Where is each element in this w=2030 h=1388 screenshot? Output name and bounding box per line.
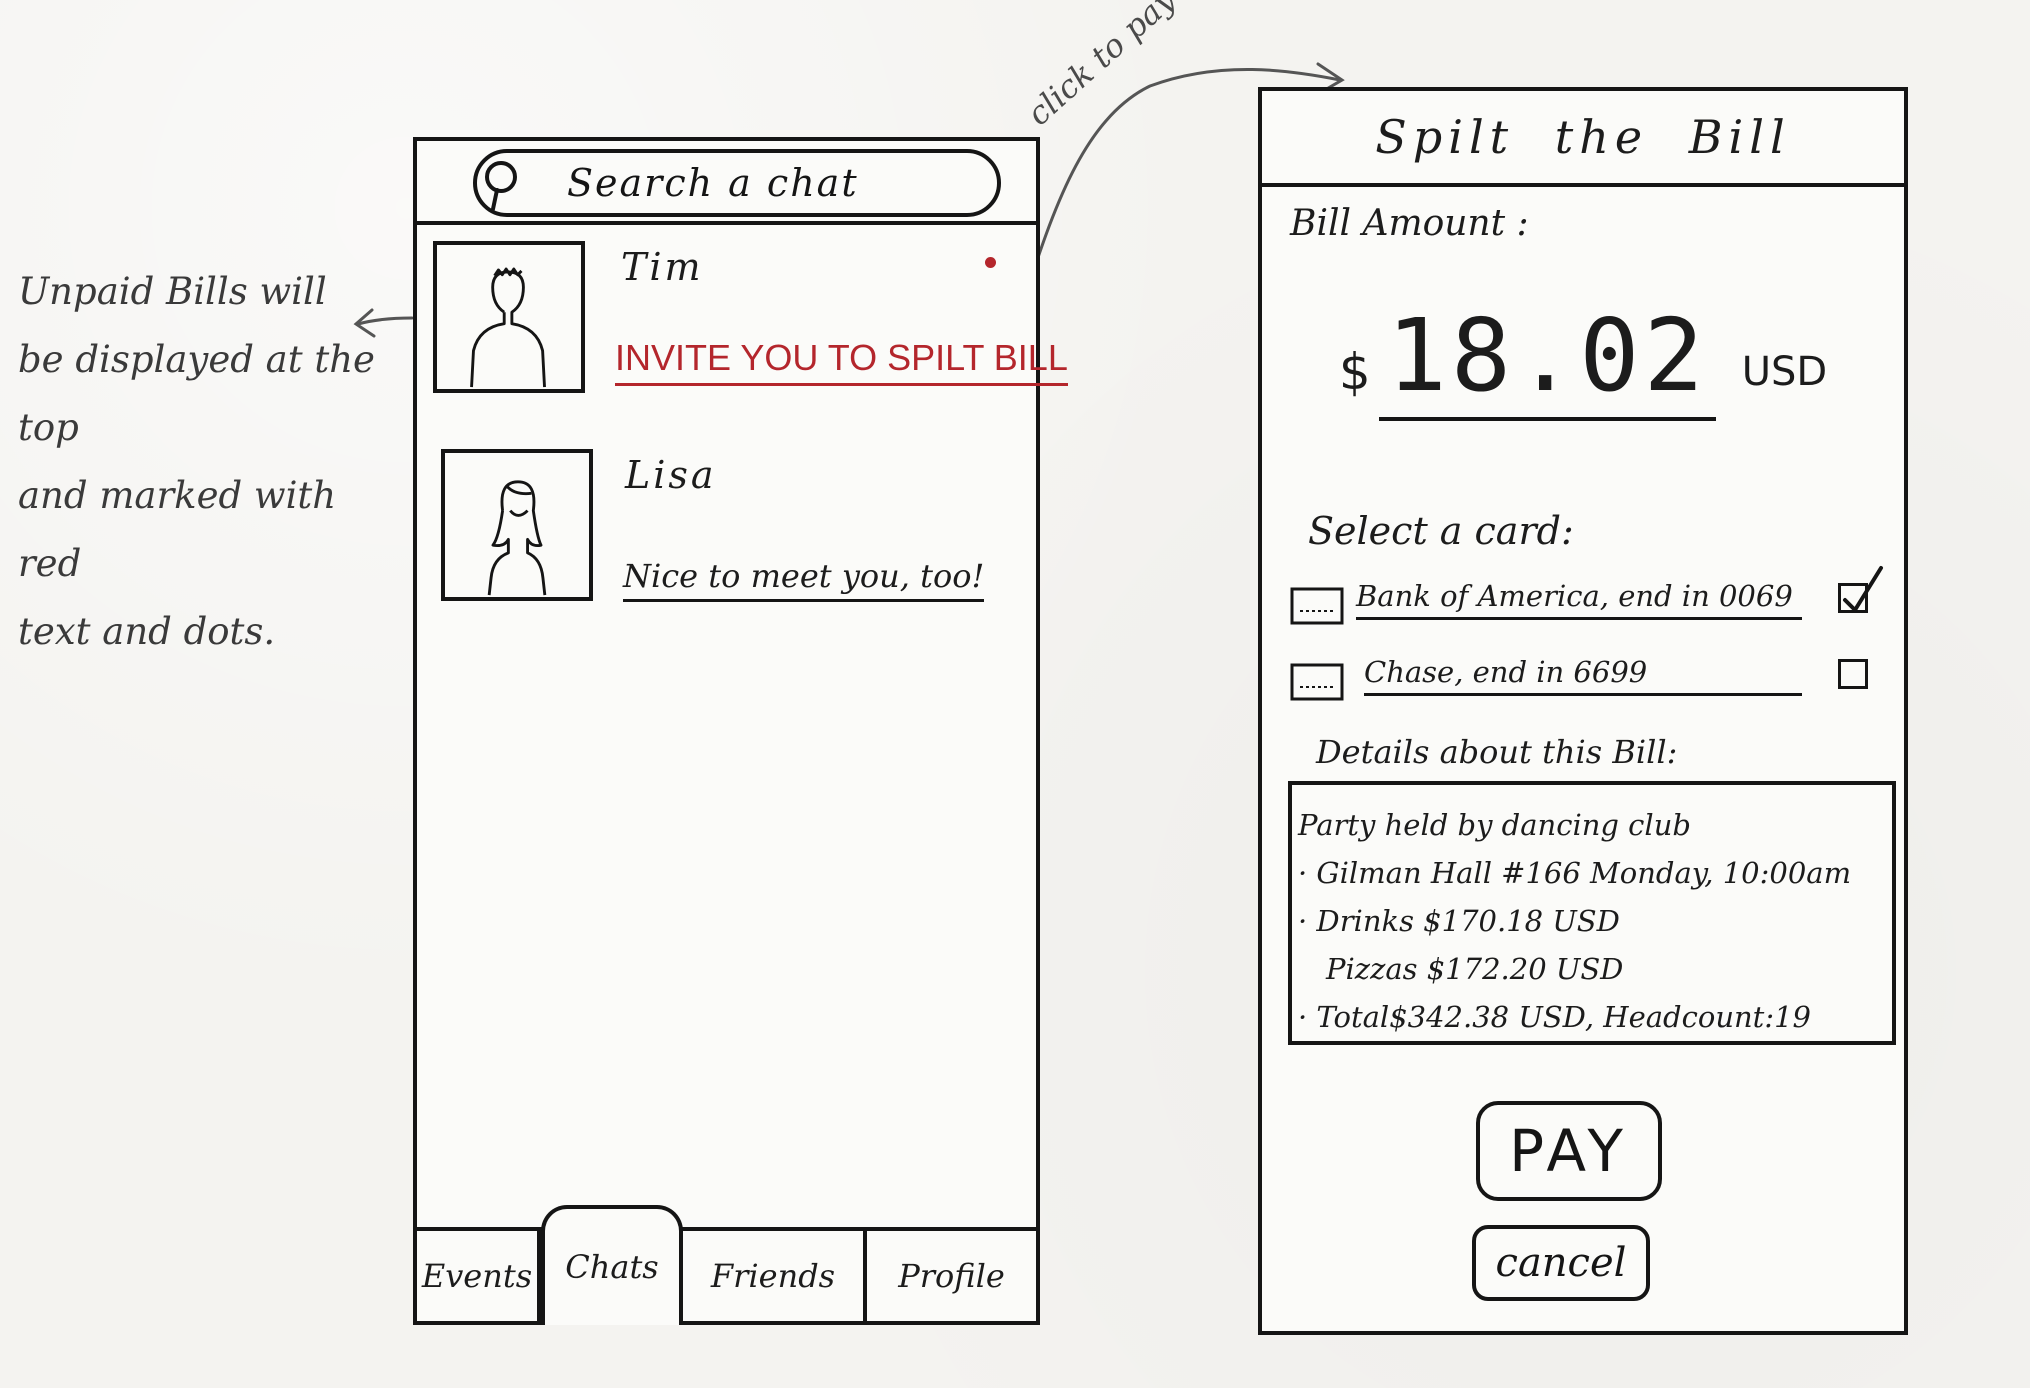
select-card-label: Select a card: [1308,509,1574,553]
chats-screen: Search a chat Tim INVITE YOU TO SPILT BI… [413,137,1068,1325]
chat-preview-unpaid-bill: INVITE YOU TO SPILT BILL [615,337,1068,386]
chat-name: Lisa [625,453,717,497]
detail-line: · Total$342.38 USD, Headcount:19 [1298,1000,1811,1034]
chat-preview: Nice to meet you, too! [623,557,985,602]
female-avatar-icon [487,480,547,596]
detail-line: Party held by dancing club [1298,808,1691,842]
currency-symbol: $ [1338,343,1371,401]
search-icon [485,161,517,211]
male-avatar-icon [470,267,546,388]
credit-card-icon [1290,663,1344,701]
card-checkbox-unchecked[interactable] [1838,659,1868,689]
bill-amount: $ 18.02 USD [1262,301,1904,421]
page-title: Spilt the Bill [1375,110,1791,164]
card-option-chase[interactable]: Chase, end in 6699 [1290,655,1890,713]
detail-line: Pizzas $172.20 USD [1326,952,1624,986]
detail-line: · Gilman Hall #166 Monday, 10:00am [1298,856,1852,890]
search-divider [417,221,1036,225]
pay-button[interactable]: PAY [1476,1101,1662,1201]
unread-dot [985,257,996,268]
chat-item-lisa[interactable]: Lisa Nice to meet you, too! [433,449,1023,609]
avatar [433,241,585,393]
split-bill-screen: Spilt the Bill Bill Amount : $ 18.02 USD… [1258,87,1908,1335]
credit-card-icon [1290,587,1344,625]
annotation-line: and marked with red [18,474,337,585]
click-to-pay-label: click to pay the bill [1019,0,1276,134]
bottom-tab-bar: Events Chats Friends Profile [417,1205,1036,1325]
annotation-line: Unpaid Bills will [18,270,327,313]
card-checkbox-checked[interactable] [1838,566,1883,613]
checkmark-icon [1843,566,1883,612]
tab-profile[interactable]: Profile [867,1231,1036,1321]
avatar [441,449,593,601]
detail-line: · Drinks $170.18 USD [1298,904,1620,938]
card-label: Bank of America, end in 0069 [1356,579,1802,620]
bill-details-label: Details about this Bill: [1316,733,1678,771]
annotation-line: be displayed at the top [18,338,375,449]
amount-value: 18.02 [1378,301,1716,421]
cancel-button[interactable]: cancel [1472,1225,1650,1301]
tab-chats[interactable]: Chats [541,1205,683,1325]
chat-name: Tim [621,245,704,289]
bill-amount-label: Bill Amount : [1290,203,1529,244]
bill-details-box: Party held by dancing club · Gilman Hall… [1288,781,1896,1045]
bill-header: Spilt the Bill [1262,91,1904,187]
card-option-bank-of-america[interactable]: Bank of America, end in 0069 [1290,566,1890,637]
tab-friends[interactable]: Friends [683,1231,867,1321]
card-label: Chase, end in 6699 [1364,655,1802,696]
tab-events[interactable]: Events [417,1231,541,1321]
unpaid-bills-annotation: Unpaid Bills will be displayed at the to… [18,258,378,666]
currency-unit: USD [1741,349,1828,395]
annotation-line: text and dots. [18,610,276,653]
chat-item-tim[interactable]: Tim INVITE YOU TO SPILT BILL [433,241,1068,401]
search-placeholder: Search a chat [567,161,859,205]
search-input[interactable]: Search a chat [473,149,1001,217]
